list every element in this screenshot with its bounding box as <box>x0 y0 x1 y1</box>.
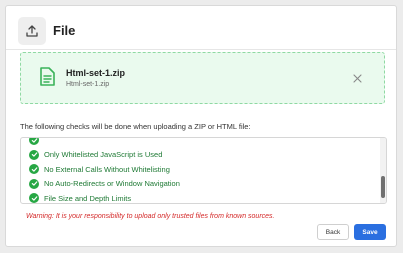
checks-list: Only Whitelisted JavaScript is Used No E… <box>29 138 374 203</box>
list-item: No External Calls Without Whitelisting <box>29 162 374 176</box>
check-label: No Auto-Redirects or Window Navigation <box>44 179 180 188</box>
file-subname: Html-set-1.zip <box>66 81 110 88</box>
checks-list-panel: Only Whitelisted JavaScript is Used No E… <box>20 137 387 204</box>
file-name: Html-set-1.zip <box>66 68 126 78</box>
list-item: No Auto-Redirects or Window Navigation <box>29 177 374 191</box>
list-item: File Size and Depth Limits <box>29 191 374 203</box>
document-icon <box>39 67 55 91</box>
scrollbar-thumb[interactable] <box>381 176 385 198</box>
checks-intro: The following checks will be done when u… <box>20 122 251 131</box>
check-label: File Size and Depth Limits <box>44 193 132 203</box>
check-circle-icon <box>29 164 39 174</box>
warning-text: Warning: It is your responsibility to up… <box>26 213 275 220</box>
check-circle-icon <box>29 193 39 203</box>
close-icon <box>352 73 362 83</box>
list-item: Only Whitelisted JavaScript is Used <box>29 148 374 162</box>
check-circle-icon <box>29 178 39 189</box>
check-circle-icon <box>29 149 39 160</box>
header-divider <box>6 49 396 50</box>
upload-icon <box>18 17 46 45</box>
checks-scrollbar[interactable] <box>380 138 386 203</box>
remove-file-button[interactable] <box>351 72 363 84</box>
upload-dialog: File Html-set-1.zip Html-set-1.zip The f… <box>5 5 397 247</box>
check-label: Only Whitelisted JavaScript is Used <box>44 150 163 159</box>
back-button[interactable]: Back <box>317 224 349 240</box>
check-circle-icon <box>29 138 39 145</box>
dialog-title: File <box>53 23 76 38</box>
save-button[interactable]: Save <box>354 224 386 240</box>
uploaded-file-card: Html-set-1.zip Html-set-1.zip <box>20 52 385 104</box>
list-item <box>29 138 374 147</box>
check-label: No External Calls Without Whitelisting <box>44 164 170 174</box>
